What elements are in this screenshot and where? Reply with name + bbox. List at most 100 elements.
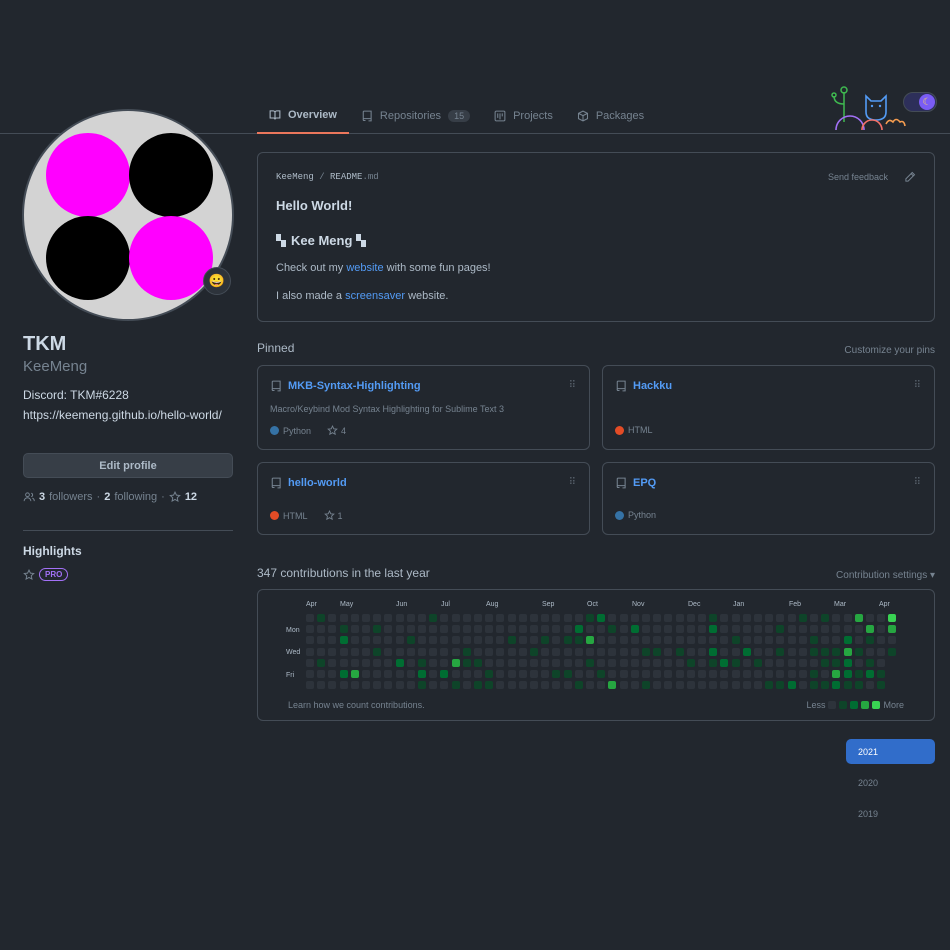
contribution-cell[interactable]	[765, 647, 774, 656]
contribution-cell[interactable]	[675, 625, 684, 634]
contribution-cell[interactable]	[664, 614, 673, 622]
contribution-cell[interactable]	[440, 614, 449, 622]
contribution-cell[interactable]	[485, 658, 494, 667]
contribution-cell[interactable]	[608, 647, 617, 656]
learn-contributions-link[interactable]: Learn how we count contributions.	[288, 700, 425, 710]
contribution-cell[interactable]	[642, 658, 650, 667]
contribution-cell[interactable]	[317, 658, 326, 667]
contribution-cell[interactable]	[854, 625, 863, 634]
contribution-cell[interactable]	[362, 681, 370, 690]
contribution-cell[interactable]	[843, 614, 852, 622]
contribution-cell[interactable]	[810, 636, 818, 645]
contribution-cell[interactable]	[395, 614, 404, 622]
contribution-cell[interactable]	[552, 614, 561, 622]
contribution-cell[interactable]	[787, 681, 796, 690]
screensaver-link[interactable]: screensaver	[345, 290, 405, 302]
contribution-cell[interactable]	[530, 636, 538, 645]
contribution-cell[interactable]	[451, 614, 460, 622]
contribution-cell[interactable]	[798, 670, 807, 678]
contribution-cell[interactable]	[765, 658, 774, 667]
contribution-cell[interactable]	[731, 614, 740, 622]
contribution-cell[interactable]	[485, 614, 494, 622]
contribution-cell[interactable]	[787, 625, 796, 634]
contribution-cell[interactable]	[686, 636, 695, 645]
contribution-cell[interactable]	[406, 670, 415, 678]
contribution-cell[interactable]	[597, 614, 606, 622]
contribution-cell[interactable]	[832, 614, 841, 622]
contribution-cell[interactable]	[843, 647, 852, 656]
contribution-cell[interactable]	[843, 670, 852, 678]
contribution-cell[interactable]	[574, 670, 583, 678]
contribution-cell[interactable]	[619, 614, 628, 622]
contribution-cell[interactable]	[854, 658, 863, 667]
customize-pins-link[interactable]: Customize your pins	[844, 345, 935, 356]
following-count[interactable]: 2	[104, 491, 110, 503]
contribution-cell[interactable]	[496, 658, 505, 667]
contribution-cell[interactable]	[810, 625, 818, 634]
contribution-cell[interactable]	[742, 670, 751, 678]
contribution-cell[interactable]	[720, 647, 729, 656]
contribution-cell[interactable]	[518, 658, 527, 667]
contribution-cell[interactable]	[586, 681, 594, 690]
contribution-cell[interactable]	[496, 670, 505, 678]
contribution-cell[interactable]	[675, 647, 684, 656]
contribution-cell[interactable]	[586, 647, 594, 656]
contribution-cell[interactable]	[776, 658, 785, 667]
contribution-cell[interactable]	[306, 670, 314, 678]
drag-handle-icon[interactable]: ⠿	[914, 477, 921, 488]
contribution-cell[interactable]	[474, 647, 482, 656]
contribution-cell[interactable]	[597, 670, 606, 678]
drag-handle-icon[interactable]: ⠿	[569, 380, 576, 391]
contribution-cell[interactable]	[518, 670, 527, 678]
contribution-cell[interactable]	[362, 625, 370, 634]
contribution-cell[interactable]	[306, 636, 314, 645]
contribution-cell[interactable]	[630, 636, 639, 645]
contribution-cell[interactable]	[742, 681, 751, 690]
contribution-cell[interactable]	[518, 625, 527, 634]
contribution-cell[interactable]	[619, 636, 628, 645]
contribution-cell[interactable]	[418, 647, 426, 656]
contribution-cell[interactable]	[496, 647, 505, 656]
contribution-cell[interactable]	[754, 658, 762, 667]
contribution-cell[interactable]	[866, 658, 874, 667]
contribution-cell[interactable]	[619, 670, 628, 678]
contribution-cell[interactable]	[765, 625, 774, 634]
contribution-cell[interactable]	[709, 636, 718, 645]
contribution-cell[interactable]	[586, 636, 594, 645]
contribution-cell[interactable]	[653, 614, 662, 622]
contribution-cell[interactable]	[328, 658, 337, 667]
contribution-cell[interactable]	[440, 647, 449, 656]
contribution-cell[interactable]	[541, 670, 550, 678]
contribution-cell[interactable]	[350, 658, 359, 667]
contribution-cell[interactable]	[776, 614, 785, 622]
contribution-cell[interactable]	[798, 658, 807, 667]
contribution-cell[interactable]	[675, 670, 684, 678]
contribution-cell[interactable]	[496, 614, 505, 622]
contribution-cell[interactable]	[843, 681, 852, 690]
pinned-repo-link[interactable]: MKB-Syntax-Highlighting	[288, 380, 421, 392]
contribution-cell[interactable]	[496, 625, 505, 634]
pro-badge[interactable]: PRO	[39, 568, 69, 581]
contribution-cell[interactable]	[362, 670, 370, 678]
contribution-cell[interactable]	[451, 681, 460, 690]
contribution-cell[interactable]	[742, 625, 751, 634]
contribution-cell[interactable]	[787, 647, 796, 656]
contribution-cell[interactable]	[317, 647, 326, 656]
contribution-cell[interactable]	[440, 658, 449, 667]
contribution-cell[interactable]	[866, 625, 874, 634]
contribution-cell[interactable]	[754, 681, 762, 690]
contribution-cell[interactable]	[709, 658, 718, 667]
contribution-cell[interactable]	[552, 625, 561, 634]
contribution-cell[interactable]	[518, 614, 527, 622]
contribution-cell[interactable]	[418, 614, 426, 622]
contribution-cell[interactable]	[485, 670, 494, 678]
contribution-cell[interactable]	[507, 625, 516, 634]
contribution-cell[interactable]	[574, 614, 583, 622]
contribution-cell[interactable]	[563, 647, 572, 656]
contribution-cell[interactable]	[720, 681, 729, 690]
contribution-cell[interactable]	[742, 636, 751, 645]
contribution-cell[interactable]	[429, 614, 438, 622]
contribution-cell[interactable]	[686, 681, 695, 690]
contribution-cell[interactable]	[597, 625, 606, 634]
contribution-cell[interactable]	[373, 647, 382, 656]
